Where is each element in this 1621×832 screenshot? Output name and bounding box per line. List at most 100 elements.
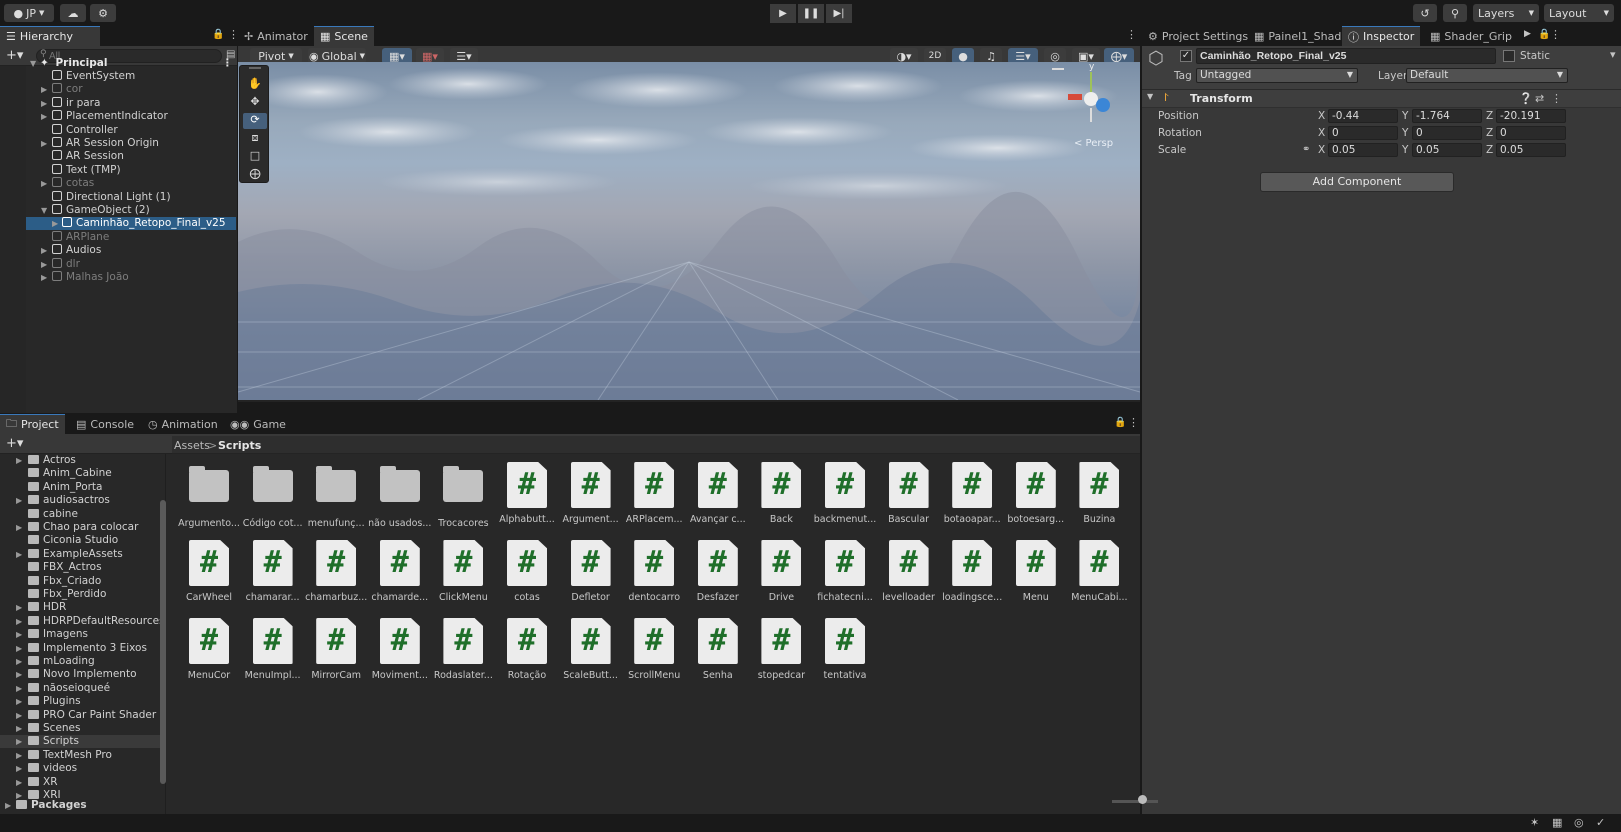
expand-arrow-icon[interactable]: ▶ [16, 735, 22, 748]
tab-project-settings[interactable]: ⚙ Project Settings [1142, 26, 1254, 46]
folder-asset[interactable]: menufunç... [304, 462, 368, 536]
folder-asset[interactable]: não usados... [368, 462, 432, 536]
more-menu-icon[interactable]: ⋮ [1126, 28, 1137, 41]
folder-tree-item[interactable]: ▶ audiosactros [0, 494, 160, 507]
hierarchy-item[interactable]: ▼ GameObject (2) [0, 204, 236, 217]
expand-arrow-icon[interactable]: ▶ [16, 454, 22, 467]
cache-icon[interactable]: ▦ [1552, 816, 1562, 829]
add-component-button[interactable]: Add Component [1260, 172, 1454, 192]
script-asset[interactable]: # fichatecni... [813, 540, 877, 614]
static-checkbox[interactable] [1503, 50, 1515, 62]
expand-arrow-icon[interactable]: ▶ [16, 668, 22, 681]
folder-tree-item[interactable]: ▶ ExampleAssets [0, 548, 160, 561]
rotate-tool-button[interactable]: ⟳ [243, 113, 267, 129]
play-button[interactable]: ▶ [770, 4, 796, 23]
icon-size-slider[interactable] [1112, 800, 1158, 803]
script-asset[interactable]: # Back [749, 462, 813, 536]
expand-arrow-icon[interactable]: ▶ [16, 548, 22, 561]
hand-tool-button[interactable]: ✋ [243, 77, 267, 93]
folder-tree-item[interactable]: ▶ PRO Car Paint Shader [0, 709, 160, 722]
tab-animation[interactable]: ◷ Animation [142, 414, 224, 434]
create-asset-button[interactable]: +▾ [6, 436, 23, 451]
icon-size-slider-thumb[interactable] [1138, 795, 1147, 804]
script-asset[interactable]: # Menu [1004, 540, 1068, 614]
folder-tree-item[interactable]: Anim_Porta [0, 481, 160, 494]
preset-icon[interactable]: ⇄ [1535, 92, 1544, 105]
static-dropdown-icon[interactable]: ▾ [1610, 48, 1616, 61]
collapse-arrow-icon[interactable]: ▼ [1147, 92, 1153, 101]
folder-tree-item[interactable]: ▶ XR [0, 776, 160, 789]
script-asset[interactable]: # levelloader [877, 540, 941, 614]
expand-arrow-icon[interactable]: ▶ [41, 177, 47, 190]
folder-tree-item[interactable]: ▶ Implemento 3 Eixos [0, 642, 160, 655]
hierarchy-item[interactable]: ▶ AR Session Origin [0, 137, 236, 150]
constrain-proportions-icon[interactable]: ⚭ [1302, 144, 1310, 155]
folder-tree-item[interactable]: Anim_Cabine [0, 467, 160, 480]
object-name-field[interactable] [1196, 48, 1496, 64]
expand-arrow-icon[interactable]: ▶ [41, 110, 47, 123]
hierarchy-item[interactable]: ARPlane [0, 230, 236, 244]
folder-tree-item[interactable]: ▶ Scripts [0, 735, 160, 749]
script-asset[interactable]: # Buzina [1067, 462, 1131, 536]
expand-arrow-icon[interactable]: ▶ [16, 695, 22, 708]
folder-tree-item[interactable]: Fbx_Perdido [0, 588, 160, 601]
script-asset[interactable]: # Rotação [495, 618, 559, 692]
script-asset[interactable]: # Alphabutt... [495, 462, 559, 536]
script-asset[interactable]: # cotas [495, 540, 559, 614]
tab-scroll-right-icon[interactable]: ▶ [1524, 29, 1531, 39]
script-asset[interactable]: # Drive [749, 540, 813, 614]
script-asset[interactable]: # loadingsce... [940, 540, 1004, 614]
script-asset[interactable]: # botaoapar... [940, 462, 1004, 536]
lock-icon[interactable]: 🔒 [1538, 29, 1550, 40]
rotation-y-field[interactable]: 0 [1412, 126, 1482, 140]
scale-tool-button[interactable]: ⧈ [243, 131, 267, 147]
rotation-x-field[interactable]: 0 [1328, 126, 1398, 140]
hierarchy-item[interactable]: ▶ Caminhão_Retopo_Final_v25 [0, 217, 236, 231]
progress-icon[interactable]: ◎ [1574, 816, 1584, 829]
hierarchy-item[interactable]: EventSystem [0, 70, 236, 83]
script-asset[interactable]: # Moviment... [368, 618, 432, 692]
more-menu-icon[interactable]: ⋮ [1550, 28, 1561, 41]
expand-arrow-icon[interactable]: ▶ [16, 749, 22, 762]
position-y-field[interactable]: -1.764 [1412, 109, 1482, 123]
script-asset[interactable]: # chamarbuz... [304, 540, 368, 614]
transform-tool-button[interactable]: ⨁ [243, 167, 267, 183]
expand-arrow-icon[interactable]: ▶ [41, 97, 47, 110]
script-asset[interactable]: # MenuCabi... [1067, 540, 1131, 614]
hierarchy-item[interactable]: ▶ Malhas João [0, 271, 236, 284]
script-asset[interactable]: # Desfazer [686, 540, 750, 614]
tab-console[interactable]: ▤ Console [70, 414, 140, 434]
expand-arrow-icon[interactable]: ▶ [16, 776, 22, 789]
tree-scrollbar[interactable] [160, 500, 166, 784]
hierarchy-item[interactable]: ▶ ir para [0, 96, 236, 110]
script-asset[interactable]: # Rodaslater... [431, 618, 495, 692]
tab-game[interactable]: ◉◉ Game [224, 414, 292, 434]
scale-y-field[interactable]: 0.05 [1412, 143, 1482, 157]
hierarchy-item[interactable]: Directional Light (1) [0, 190, 236, 204]
expand-arrow-icon[interactable]: ▶ [16, 628, 22, 641]
expand-arrow-icon[interactable]: ▶ [16, 615, 22, 628]
layers-dropdown[interactable]: Layers ▼ [1473, 4, 1539, 22]
script-asset[interactable]: # MenuCor [177, 618, 241, 692]
script-asset[interactable]: # Argument... [559, 462, 623, 536]
script-asset[interactable]: # ARPlacem... [622, 462, 686, 536]
script-asset[interactable]: # ClickMenu [431, 540, 495, 614]
orientation-gizmo[interactable]: y [1058, 62, 1122, 128]
account-button[interactable]: ● JP ▼ [4, 4, 54, 22]
script-asset[interactable]: # Bascular [877, 462, 941, 536]
hierarchy-item[interactable]: Text (TMP) [0, 163, 236, 177]
folder-tree-item[interactable]: ▶ Imagens [0, 628, 160, 641]
ok-check-icon[interactable]: ✓ [1596, 816, 1605, 829]
folder-tree-item[interactable]: ▶ mLoading [0, 655, 160, 668]
collab-button[interactable]: ⚙ [90, 4, 116, 22]
expand-arrow-icon[interactable]: ▶ [41, 137, 47, 150]
hierarchy-item[interactable]: AR Session [0, 150, 236, 163]
script-asset[interactable]: # ScrollMenu [622, 618, 686, 692]
expand-arrow-icon[interactable]: ▶ [52, 217, 58, 230]
projection-label[interactable]: < Persp [1074, 138, 1113, 149]
expand-arrow-icon[interactable]: ▼ [30, 57, 36, 70]
collapse-arrow-icon[interactable]: ▼ [41, 204, 47, 217]
rect-tool-button[interactable]: □ [243, 149, 267, 165]
overlay-menu-handle[interactable] [1052, 68, 1064, 70]
lock-icon[interactable]: 🔒 [1114, 417, 1126, 428]
